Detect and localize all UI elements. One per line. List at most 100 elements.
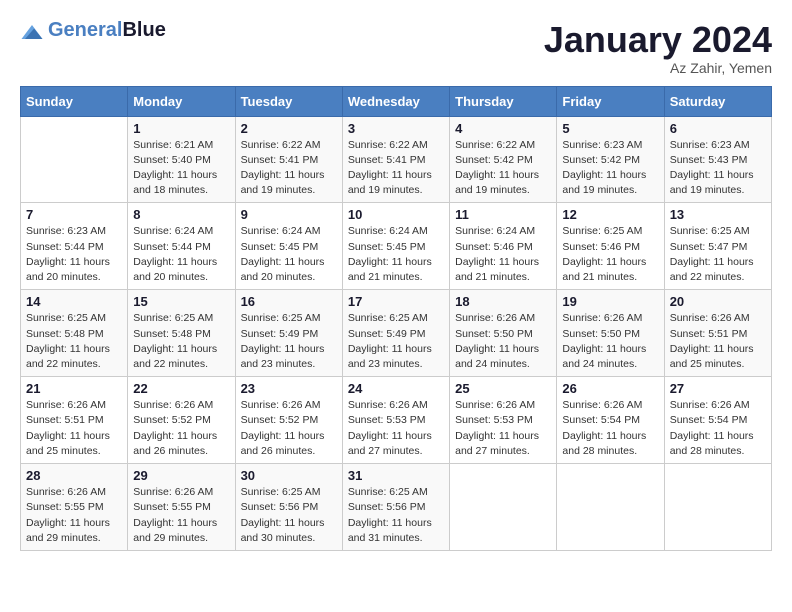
day-info: Sunrise: 6:26 AMSunset: 5:54 PMDaylight:…: [670, 398, 766, 459]
day-number: 14: [26, 294, 122, 309]
day-number: 19: [562, 294, 658, 309]
day-cell: 13Sunrise: 6:25 AMSunset: 5:47 PMDayligh…: [664, 203, 771, 290]
day-cell: [557, 464, 664, 551]
day-info: Sunrise: 6:25 AMSunset: 5:48 PMDaylight:…: [26, 311, 122, 372]
week-row-1: 1 Sunrise: 6:21 AMSunset: 5:40 PMDaylight…: [21, 116, 772, 203]
day-cell: 14 Sunrise: 6:25 AMSunset: 5:48 PMDayligh…: [21, 290, 128, 377]
day-info: Sunrise: 6:25 AMSunset: 5:48 PMDaylight:…: [133, 311, 229, 372]
month-title: January 2024: [544, 20, 772, 60]
day-info: Sunrise: 6:26 AMSunset: 5:54 PMDaylight:…: [562, 398, 658, 459]
header-cell-saturday: Saturday: [664, 86, 771, 116]
day-number: 31: [348, 468, 444, 483]
day-number: 26: [562, 381, 658, 396]
day-number: 23: [241, 381, 337, 396]
day-cell: [450, 464, 557, 551]
day-cell: 3Sunrise: 6:22 AMSunset: 5:41 PMDaylight…: [342, 116, 449, 203]
calendar-header-row: SundayMondayTuesdayWednesdayThursdayFrid…: [21, 86, 772, 116]
day-info: Sunrise: 6:26 AMSunset: 5:53 PMDaylight:…: [348, 398, 444, 459]
day-cell: 8 Sunrise: 6:24 AMSunset: 5:44 PMDaylight…: [128, 203, 235, 290]
week-row-2: 7 Sunrise: 6:23 AMSunset: 5:44 PMDaylight…: [21, 203, 772, 290]
day-number: 21: [26, 381, 122, 396]
day-info: Sunrise: 6:26 AMSunset: 5:53 PMDaylight:…: [455, 398, 551, 459]
day-cell: 20 Sunrise: 6:26 AMSunset: 5:51 PMDayligh…: [664, 290, 771, 377]
day-cell: 27 Sunrise: 6:26 AMSunset: 5:54 PMDayligh…: [664, 377, 771, 464]
day-cell: 11 Sunrise: 6:24 AMSunset: 5:46 PMDayligh…: [450, 203, 557, 290]
day-number: 27: [670, 381, 766, 396]
header-cell-thursday: Thursday: [450, 86, 557, 116]
day-info: Sunrise: 6:25 AMSunset: 5:56 PMDaylight:…: [348, 485, 444, 546]
day-number: 9: [241, 207, 337, 222]
day-info: Sunrise: 6:23 AMSunset: 5:42 PMDaylight:…: [562, 138, 658, 199]
page-header: GeneralBlue January 2024 Az Zahir, Yemen: [20, 20, 772, 76]
day-info: Sunrise: 6:24 AMSunset: 5:45 PMDaylight:…: [241, 224, 337, 285]
day-cell: [21, 116, 128, 203]
day-cell: 28 Sunrise: 6:26 AMSunset: 5:55 PMDayligh…: [21, 464, 128, 551]
day-number: 18: [455, 294, 551, 309]
header-cell-wednesday: Wednesday: [342, 86, 449, 116]
calendar-table: SundayMondayTuesdayWednesdayThursdayFrid…: [20, 86, 772, 551]
day-info: Sunrise: 6:25 AMSunset: 5:46 PMDaylight:…: [562, 224, 658, 285]
location-subtitle: Az Zahir, Yemen: [544, 60, 772, 76]
day-number: 7: [26, 207, 122, 222]
day-cell: 9 Sunrise: 6:24 AMSunset: 5:45 PMDaylight…: [235, 203, 342, 290]
day-cell: 25 Sunrise: 6:26 AMSunset: 5:53 PMDayligh…: [450, 377, 557, 464]
day-info: Sunrise: 6:24 AMSunset: 5:45 PMDaylight:…: [348, 224, 444, 285]
day-cell: 31 Sunrise: 6:25 AMSunset: 5:56 PMDayligh…: [342, 464, 449, 551]
day-number: 3: [348, 121, 444, 136]
day-cell: 24 Sunrise: 6:26 AMSunset: 5:53 PMDayligh…: [342, 377, 449, 464]
week-row-5: 28 Sunrise: 6:26 AMSunset: 5:55 PMDayligh…: [21, 464, 772, 551]
day-number: 28: [26, 468, 122, 483]
calendar-body: 1 Sunrise: 6:21 AMSunset: 5:40 PMDaylight…: [21, 116, 772, 550]
day-info: Sunrise: 6:23 AMSunset: 5:44 PMDaylight:…: [26, 224, 122, 285]
day-number: 10: [348, 207, 444, 222]
day-cell: 18 Sunrise: 6:26 AMSunset: 5:50 PMDayligh…: [450, 290, 557, 377]
day-info: Sunrise: 6:24 AMSunset: 5:44 PMDaylight:…: [133, 224, 229, 285]
day-cell: 26 Sunrise: 6:26 AMSunset: 5:54 PMDayligh…: [557, 377, 664, 464]
day-info: Sunrise: 6:26 AMSunset: 5:55 PMDaylight:…: [133, 485, 229, 546]
day-number: 6: [670, 121, 766, 136]
day-info: Sunrise: 6:21 AMSunset: 5:40 PMDaylight:…: [133, 138, 229, 199]
week-row-3: 14 Sunrise: 6:25 AMSunset: 5:48 PMDayligh…: [21, 290, 772, 377]
day-info: Sunrise: 6:25 AMSunset: 5:47 PMDaylight:…: [670, 224, 766, 285]
day-cell: 5 Sunrise: 6:23 AMSunset: 5:42 PMDaylight…: [557, 116, 664, 203]
logo-line1: GeneralBlue: [48, 20, 166, 41]
day-info: Sunrise: 6:26 AMSunset: 5:55 PMDaylight:…: [26, 485, 122, 546]
day-number: 16: [241, 294, 337, 309]
day-info: Sunrise: 6:26 AMSunset: 5:50 PMDaylight:…: [455, 311, 551, 372]
day-number: 20: [670, 294, 766, 309]
header-cell-tuesday: Tuesday: [235, 86, 342, 116]
day-info: Sunrise: 6:26 AMSunset: 5:52 PMDaylight:…: [241, 398, 337, 459]
day-number: 8: [133, 207, 229, 222]
day-cell: 10 Sunrise: 6:24 AMSunset: 5:45 PMDayligh…: [342, 203, 449, 290]
day-info: Sunrise: 6:25 AMSunset: 5:56 PMDaylight:…: [241, 485, 337, 546]
day-info: Sunrise: 6:23 AMSunset: 5:43 PMDaylight:…: [670, 138, 766, 199]
day-cell: 1 Sunrise: 6:21 AMSunset: 5:40 PMDaylight…: [128, 116, 235, 203]
day-number: 2: [241, 121, 337, 136]
day-info: Sunrise: 6:22 AMSunset: 5:41 PMDaylight:…: [241, 138, 337, 199]
day-cell: 12 Sunrise: 6:25 AMSunset: 5:46 PMDayligh…: [557, 203, 664, 290]
day-info: Sunrise: 6:25 AMSunset: 5:49 PMDaylight:…: [348, 311, 444, 372]
day-info: Sunrise: 6:24 AMSunset: 5:46 PMDaylight:…: [455, 224, 551, 285]
day-number: 12: [562, 207, 658, 222]
day-cell: 30Sunrise: 6:25 AMSunset: 5:56 PMDayligh…: [235, 464, 342, 551]
day-number: 4: [455, 121, 551, 136]
day-info: Sunrise: 6:26 AMSunset: 5:51 PMDaylight:…: [670, 311, 766, 372]
day-number: 5: [562, 121, 658, 136]
logo-icon: [20, 25, 44, 39]
logo: GeneralBlue: [20, 20, 166, 41]
day-info: Sunrise: 6:25 AMSunset: 5:49 PMDaylight:…: [241, 311, 337, 372]
day-number: 25: [455, 381, 551, 396]
day-number: 11: [455, 207, 551, 222]
day-number: 1: [133, 121, 229, 136]
day-info: Sunrise: 6:22 AMSunset: 5:42 PMDaylight:…: [455, 138, 551, 199]
day-number: 15: [133, 294, 229, 309]
day-cell: 21Sunrise: 6:26 AMSunset: 5:51 PMDayligh…: [21, 377, 128, 464]
day-cell: 15 Sunrise: 6:25 AMSunset: 5:48 PMDayligh…: [128, 290, 235, 377]
day-cell: 16 Sunrise: 6:25 AMSunset: 5:49 PMDayligh…: [235, 290, 342, 377]
header-cell-monday: Monday: [128, 86, 235, 116]
day-cell: 2 Sunrise: 6:22 AMSunset: 5:41 PMDaylight…: [235, 116, 342, 203]
title-block: January 2024 Az Zahir, Yemen: [544, 20, 772, 76]
day-number: 24: [348, 381, 444, 396]
day-cell: 19Sunrise: 6:26 AMSunset: 5:50 PMDayligh…: [557, 290, 664, 377]
day-cell: 4 Sunrise: 6:22 AMSunset: 5:42 PMDaylight…: [450, 116, 557, 203]
